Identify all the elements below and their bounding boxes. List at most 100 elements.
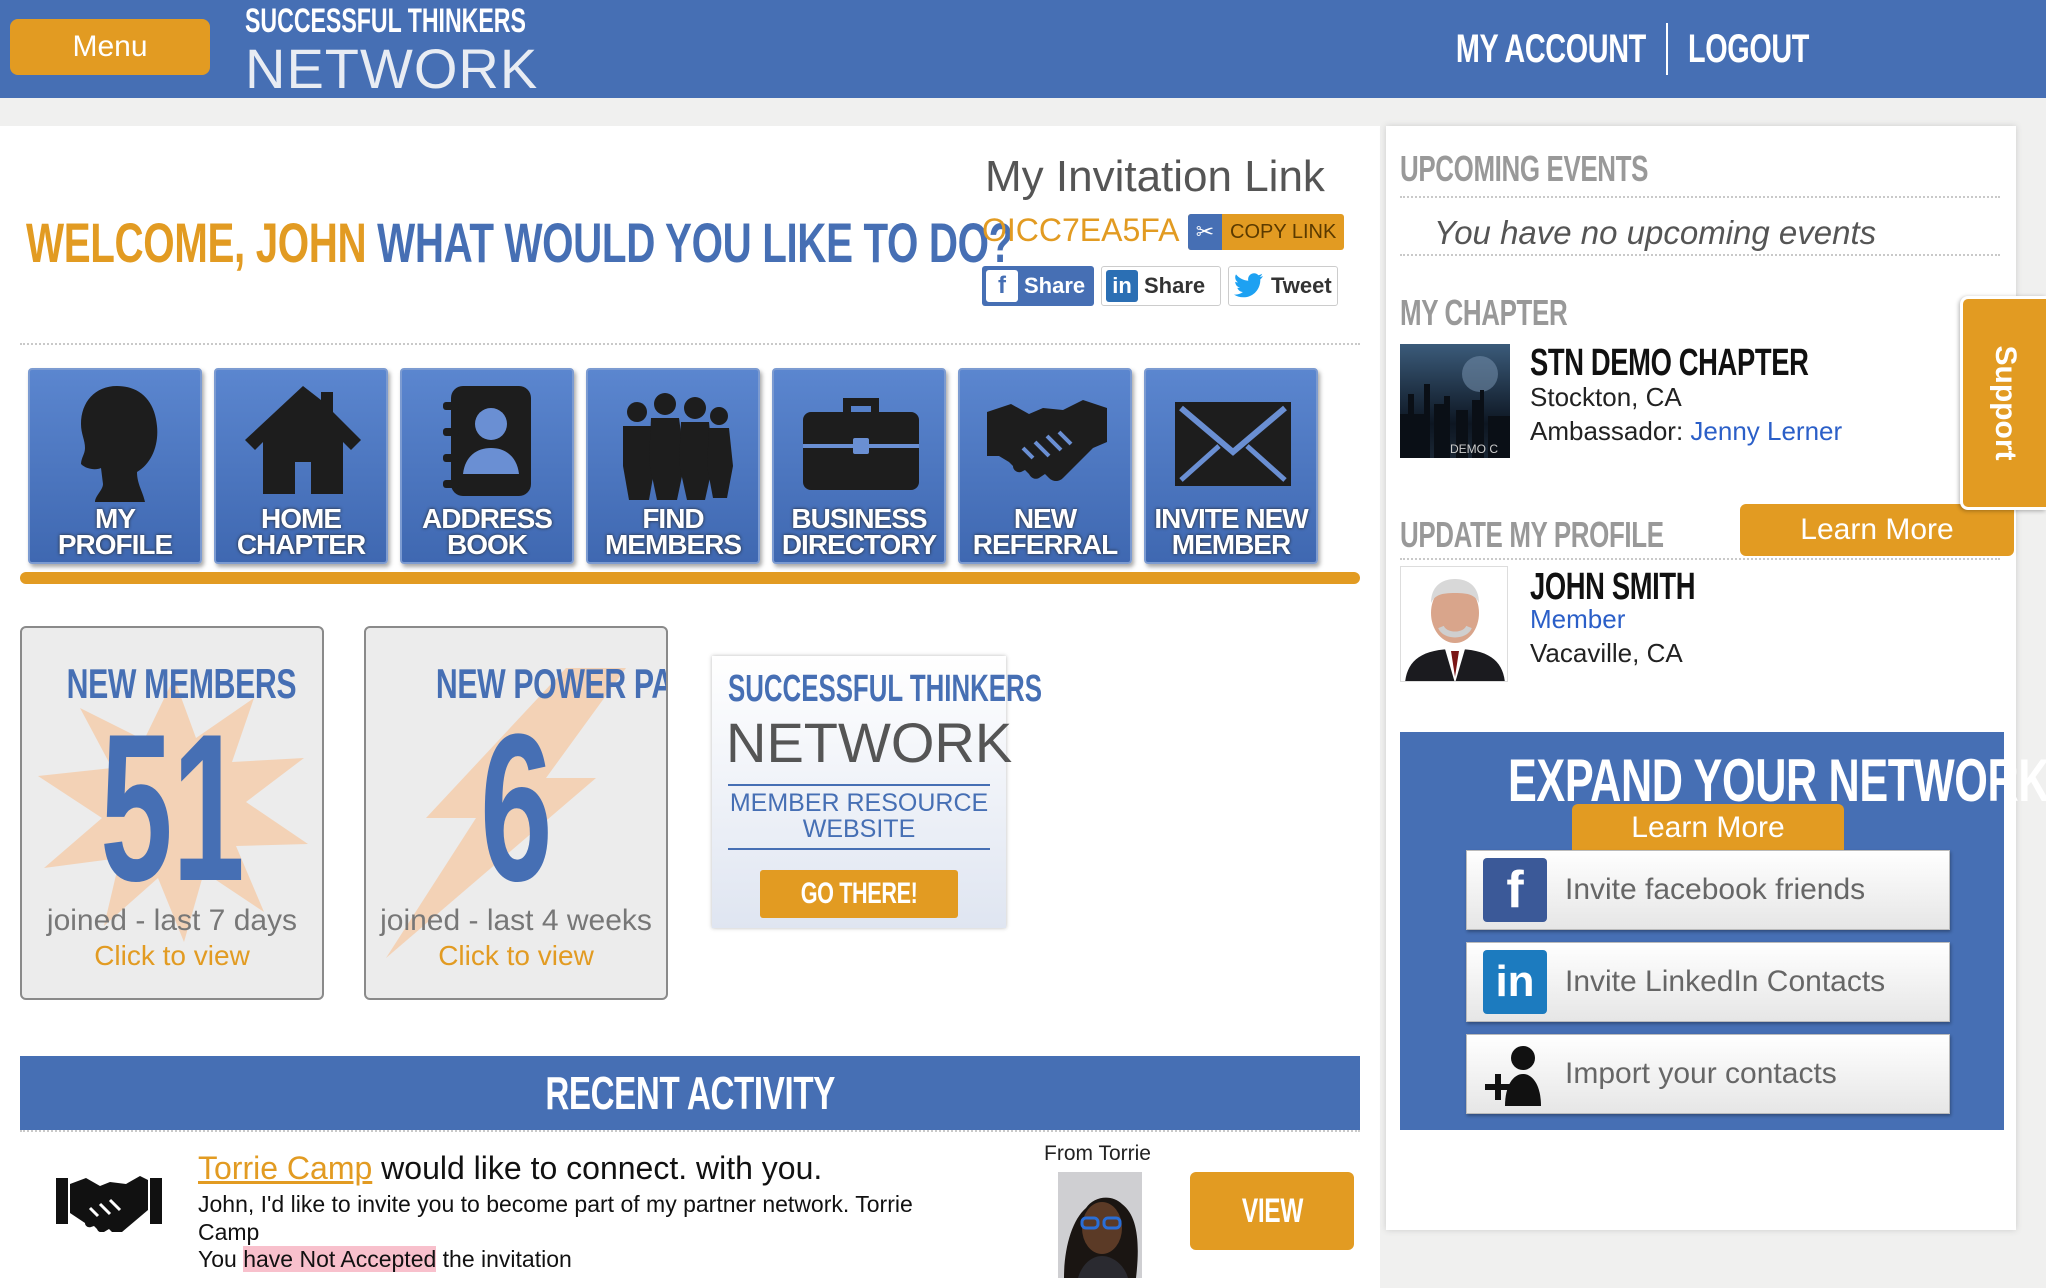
sender-avatar	[1058, 1172, 1142, 1278]
import-contacts-label: Import your contacts	[1565, 1057, 1837, 1090]
tile-label-line2: CHAPTER	[236, 529, 366, 560]
linkedin-share-button[interactable]: in Share	[1101, 266, 1221, 306]
handshake-icon	[56, 1176, 162, 1232]
activity-message: John, I'd like to invite you to become p…	[198, 1191, 913, 1245]
activity-status-highlight: have Not Accepted	[243, 1246, 437, 1272]
twitter-bird-icon	[1233, 270, 1265, 302]
address-book-icon	[443, 386, 531, 496]
power-partners-count-text: 6	[479, 690, 553, 925]
ambassador-label: Ambassador:	[1530, 416, 1691, 446]
invite-facebook-label: Invite facebook friends	[1565, 873, 1866, 906]
profile-photo[interactable]	[1400, 566, 1508, 682]
invitation-code: OICC7EA5FA	[982, 212, 1180, 248]
scissors-icon: ✂	[1188, 214, 1222, 250]
facebook-icon: f	[1483, 858, 1547, 922]
right-sidebar: UPCOMING EVENTS You have no upcoming eve…	[1386, 126, 2046, 1230]
profile-photo-image	[1401, 567, 1507, 681]
update-profile-title-text: UPDATE MY PROFILE	[1400, 514, 1664, 555]
profile-name-text: JOHN SMITH	[1530, 566, 1696, 608]
new-members-count-text: 51	[99, 690, 245, 925]
power-partners-card[interactable]: NEW POWER PARTNERS 6 joined - last 4 wee…	[364, 626, 668, 1000]
site-logo[interactable]: SUCCESSFUL THINKERS NETWORK	[245, 0, 537, 100]
section-divider	[1400, 254, 2000, 256]
support-tab[interactable]: Support	[1960, 296, 2046, 510]
section-divider	[20, 343, 1360, 345]
tile-label-line2: MEMBER	[1171, 529, 1291, 560]
learn-more-network-button[interactable]: Learn More	[1572, 804, 1844, 852]
invitation-link-title: My Invitation Link	[985, 152, 1325, 201]
chapter-location: Stockton, CA	[1530, 382, 1682, 412]
support-label: Support	[1988, 345, 2022, 461]
invite-linkedin-label: Invite LinkedIn Contacts	[1565, 965, 1886, 998]
linkedin-icon: in	[1483, 950, 1547, 1014]
chapter-name-text: STN DEMO CHAPTER	[1530, 342, 1809, 384]
power-partners-period: joined - last 4 weeks	[380, 904, 652, 937]
chapter-image[interactable]: DEMO C	[1400, 344, 1510, 458]
account-links: MY ACCOUNT LOGOUT	[1382, 22, 1856, 76]
logout-link[interactable]: LOGOUT	[1688, 27, 1856, 72]
tile-home-chapter[interactable]: HOME CHAPTER	[214, 368, 388, 564]
go-there-button[interactable]: GO THERE!	[760, 870, 958, 918]
copy-link-button[interactable]: ✂ COPY LINK	[1188, 214, 1344, 250]
my-account-link[interactable]: MY ACCOUNT	[1382, 27, 1646, 72]
view-invitation-button[interactable]: VIEW	[1190, 1172, 1354, 1250]
ambassador-link[interactable]: Jenny Lerner	[1690, 416, 1842, 446]
menu-button[interactable]: Menu	[10, 19, 210, 75]
top-nav-bar: Menu SUCCESSFUL THINKERS NETWORK MY ACCO…	[0, 0, 2046, 100]
tile-label: HOME CHAPTER	[216, 505, 386, 560]
view-button-label: VIEW	[1241, 1191, 1303, 1230]
handshake-icon	[987, 400, 1107, 481]
import-contacts-button[interactable]: Import your contacts	[1466, 1034, 1950, 1114]
resource-logo-line1: SUCCESSFUL THINKERS	[728, 668, 1042, 710]
linkedin-icon: in	[1106, 270, 1138, 302]
invite-linkedin-button[interactable]: in Invite LinkedIn Contacts	[1466, 942, 1950, 1022]
house-icon	[245, 386, 361, 494]
upcoming-events-title-text: UPCOMING EVENTS	[1400, 148, 1649, 189]
update-profile-title: UPDATE MY PROFILE	[1400, 514, 1766, 556]
my-account-label: MY ACCOUNT	[1455, 26, 1646, 71]
power-partners-view-link[interactable]: Click to view	[366, 940, 666, 972]
learn-more-profile-button[interactable]: Learn More	[1740, 504, 2014, 556]
tile-new-referral[interactable]: NEW REFERRAL	[958, 368, 1132, 564]
new-members-period: joined - last 7 days	[46, 904, 298, 937]
new-members-count: 51	[22, 690, 322, 925]
resource-caption: MEMBER RESOURCE WEBSITE	[712, 790, 1006, 842]
recent-activity-title: RECENT ACTIVITY	[545, 1067, 835, 1119]
new-members-view-link[interactable]: Click to view	[22, 940, 322, 972]
briefcase-icon	[803, 398, 919, 490]
section-divider	[1400, 196, 2000, 198]
tile-my-profile[interactable]: MY PROFILE	[28, 368, 202, 564]
profile-location: Vacaville, CA	[1530, 638, 1683, 668]
tile-label: BUSINESS DIRECTORY	[774, 505, 944, 559]
welcome-question: WHAT WOULD YOU LIKE TO DO?	[377, 211, 1013, 274]
tile-find-members[interactable]: FIND MEMBERS	[586, 368, 760, 564]
chapter-name[interactable]: STN DEMO CHAPTER	[1530, 342, 1917, 385]
profile-head-icon	[81, 386, 158, 502]
facebook-share-button[interactable]: f Share	[982, 266, 1094, 306]
chapter-ambassador: Ambassador: Jenny Lerner	[1530, 416, 1842, 447]
tile-business-directory[interactable]: BUSINESS DIRECTORY	[772, 368, 946, 564]
tile-label-line2: PROFILE	[57, 529, 173, 560]
tile-label-line2: MEMBERS	[604, 529, 742, 560]
facebook-icon: f	[986, 270, 1018, 302]
tile-invite-new-member[interactable]: INVITE NEW MEMBER	[1144, 368, 1318, 564]
tweet-label: Tweet	[1271, 273, 1332, 298]
people-group-icon	[623, 393, 733, 500]
my-chapter-title: MY CHAPTER	[1400, 292, 1632, 334]
invite-facebook-button[interactable]: f Invite facebook friends	[1466, 850, 1950, 930]
recent-activity-header: RECENT ACTIVITY	[20, 1056, 1360, 1130]
resource-logo-line2: NETWORK	[726, 711, 1013, 774]
tile-label: FIND MEMBERS	[588, 505, 758, 560]
nav-divider	[1665, 23, 1668, 75]
member-resource-card[interactable]: SUCCESSFUL THINKERS NETWORK MEMBER RESOU…	[712, 656, 1042, 928]
profile-name[interactable]: JOHN SMITH	[1530, 566, 1759, 609]
activity-sender-link[interactable]: Torrie Camp	[198, 1150, 372, 1186]
tile-address-book[interactable]: ADDRESS BOOK	[400, 368, 574, 564]
resource-divider	[728, 784, 990, 786]
linkedin-share-label: Share	[1144, 273, 1206, 298]
my-chapter-title-text: MY CHAPTER	[1400, 292, 1568, 333]
tweet-button[interactable]: Tweet	[1228, 266, 1338, 306]
activity-from-label: From Torrie	[1044, 1142, 1151, 1165]
tile-label: MY PROFILE	[30, 505, 200, 560]
new-members-card[interactable]: NEW MEMBERS 51 joined - last 7 days Clic…	[20, 626, 324, 1000]
